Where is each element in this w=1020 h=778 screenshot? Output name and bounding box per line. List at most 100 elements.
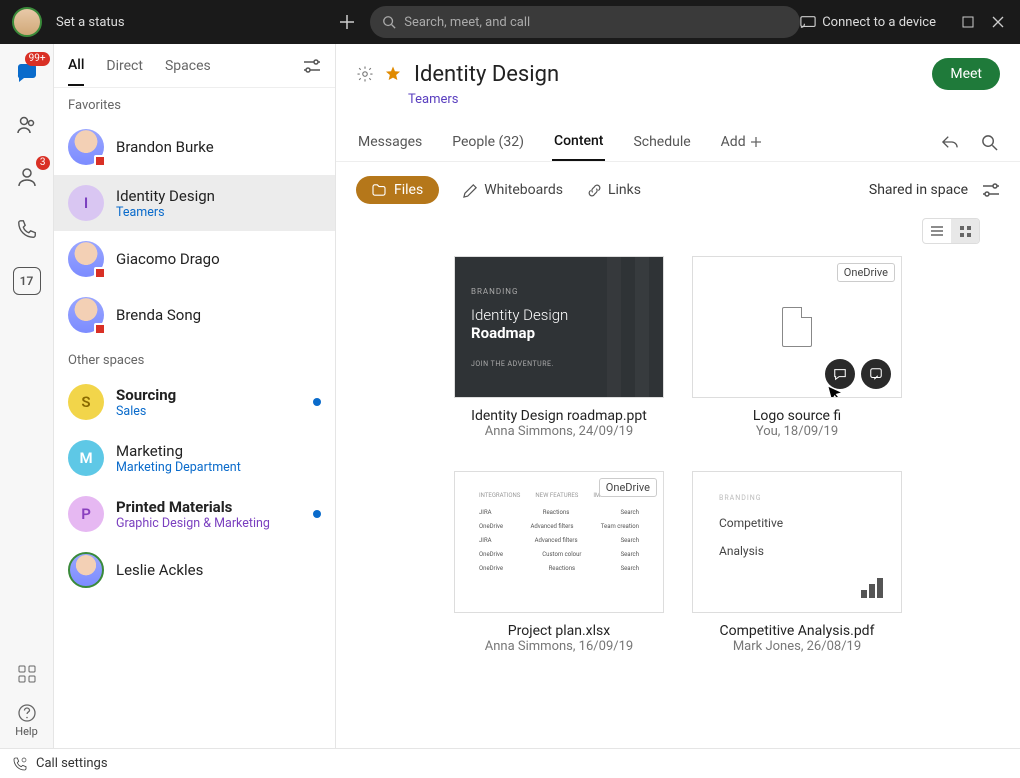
phone-gear-icon (12, 756, 28, 772)
rail-calendar[interactable]: 17 (12, 266, 42, 296)
share-back-button[interactable] (941, 134, 959, 151)
file-card[interactable]: BRANDING Competitive Analysis Competitiv… (692, 471, 902, 654)
plus-icon (339, 14, 355, 30)
list-view-button[interactable] (923, 219, 951, 243)
user-avatar[interactable] (12, 7, 42, 37)
file-meta: Anna Simmons, 16/09/19 (485, 639, 633, 654)
space-team: Teamers (116, 205, 321, 220)
rail-contacts[interactable]: 3 (12, 162, 42, 192)
list-item[interactable]: P Printed Materials Graphic Design & Mar… (54, 486, 335, 542)
list-item[interactable]: M Marketing Marketing Department (54, 430, 335, 486)
star-icon (384, 65, 402, 83)
onedrive-badge: OneDrive (837, 263, 895, 282)
help-label: Help (15, 725, 38, 738)
contact-name: Brenda Song (116, 306, 321, 324)
links-filter[interactable]: Links (587, 182, 641, 198)
call-settings-button[interactable]: Call settings (12, 756, 108, 772)
list-item[interactable]: Brandon Burke (54, 119, 335, 175)
list-item[interactable]: S Sourcing Sales (54, 374, 335, 430)
rail-calls[interactable] (12, 214, 42, 244)
plus-icon (750, 136, 762, 148)
help-icon (17, 703, 37, 723)
gear-icon (356, 65, 374, 83)
list-item[interactable]: Giacomo Drago (54, 231, 335, 287)
search-icon (382, 15, 396, 29)
titlebar: Set a status Search, meet, and call Conn… (0, 0, 1020, 44)
close-button[interactable] (992, 16, 1004, 28)
file-card[interactable]: BRANDING Identity Design Roadmap JOIN TH… (454, 256, 664, 439)
sidebar-tabs: All Direct Spaces (54, 44, 335, 88)
page-title: Identity Design (414, 62, 559, 87)
space-name: Sourcing (116, 386, 301, 404)
settings-button[interactable] (356, 65, 374, 83)
rail-apps[interactable] (12, 659, 42, 689)
file-thumbnail: BRANDING Competitive Analysis (692, 471, 902, 613)
phone-icon (16, 218, 38, 240)
space-name: Marketing (116, 442, 321, 460)
space-header: Identity Design Meet Teamers Messages Pe… (336, 44, 1020, 162)
cast-label: Connect to a device (822, 15, 936, 30)
files-label: Files (394, 182, 423, 198)
avatar (68, 241, 104, 277)
tab-content[interactable]: Content (552, 123, 606, 161)
links-label: Links (608, 182, 641, 198)
chart-icon (861, 578, 883, 598)
meet-button[interactable]: Meet (932, 58, 1000, 90)
tab-direct[interactable]: Direct (106, 47, 143, 85)
shared-scope[interactable]: Shared in space (869, 182, 968, 198)
tab-add[interactable]: Add (719, 124, 764, 160)
file-icon (782, 307, 812, 347)
rail-chat[interactable]: 99+ (12, 58, 42, 88)
file-name: Identity Design roadmap.ppt (471, 408, 647, 424)
list-item[interactable]: Brenda Song (54, 287, 335, 343)
space-team: Graphic Design & Marketing (116, 516, 301, 531)
favorite-button[interactable] (384, 65, 402, 83)
filter-options[interactable] (982, 183, 1000, 197)
avatar (68, 552, 104, 588)
share-action[interactable] (861, 359, 891, 389)
chat-badge: 99+ (25, 52, 50, 66)
new-button[interactable] (332, 7, 362, 37)
file-meta: Mark Jones, 26/08/19 (733, 639, 861, 654)
list-item[interactable]: Leslie Ackles (54, 542, 335, 598)
grid-icon (959, 225, 972, 238)
tab-spaces[interactable]: Spaces (165, 47, 211, 85)
tab-schedule[interactable]: Schedule (631, 124, 692, 160)
sliders-icon (303, 59, 321, 73)
file-name: Logo source fi (753, 408, 841, 424)
add-label: Add (721, 134, 746, 150)
avatar: P (68, 496, 104, 532)
avatar: M (68, 440, 104, 476)
file-card[interactable]: OneDrive Update file share Logo source f… (692, 256, 902, 439)
search-in-space-button[interactable] (981, 134, 998, 151)
status-text[interactable]: Set a status (56, 15, 125, 30)
file-meta: You, 18/09/19 (756, 424, 838, 439)
rail-teams[interactable] (12, 110, 42, 140)
rail-help[interactable]: Help (12, 703, 42, 738)
chat-bubble-icon (833, 367, 847, 381)
tab-all[interactable]: All (68, 46, 84, 86)
grid-view-button[interactable] (951, 219, 979, 243)
contact-name: Leslie Ackles (116, 561, 321, 579)
maximize-button[interactable] (962, 16, 974, 28)
favorites-label: Favorites (54, 88, 335, 119)
files-filter[interactable]: Files (356, 176, 439, 204)
files-grid: BRANDING Identity Design Roadmap JOIN TH… (336, 250, 1020, 674)
footer: Call settings (0, 748, 1020, 778)
cast-icon (800, 15, 816, 29)
onedrive-badge: OneDrive (599, 478, 657, 497)
sliders-icon (982, 183, 1000, 197)
app-rail: 99+ 3 17 Help (0, 44, 54, 748)
whiteboards-filter[interactable]: Whiteboards (463, 182, 563, 198)
team-name[interactable]: Teamers (408, 92, 1000, 107)
file-card[interactable]: OneDrive INTEGRATIONSNEW FEATURESIMPROVE… (454, 471, 664, 654)
filter-button[interactable] (303, 59, 321, 73)
file-thumbnail: OneDrive INTEGRATIONSNEW FEATURESIMPROVE… (454, 471, 664, 613)
list-item[interactable]: I Identity Design Teamers (54, 175, 335, 231)
space-team: Marketing Department (116, 460, 321, 475)
search-placeholder: Search, meet, and call (404, 15, 530, 30)
tab-messages[interactable]: Messages (356, 124, 424, 160)
tab-people[interactable]: People (32) (450, 124, 526, 160)
search-input[interactable]: Search, meet, and call (370, 6, 800, 38)
cast-button[interactable]: Connect to a device (800, 15, 936, 30)
